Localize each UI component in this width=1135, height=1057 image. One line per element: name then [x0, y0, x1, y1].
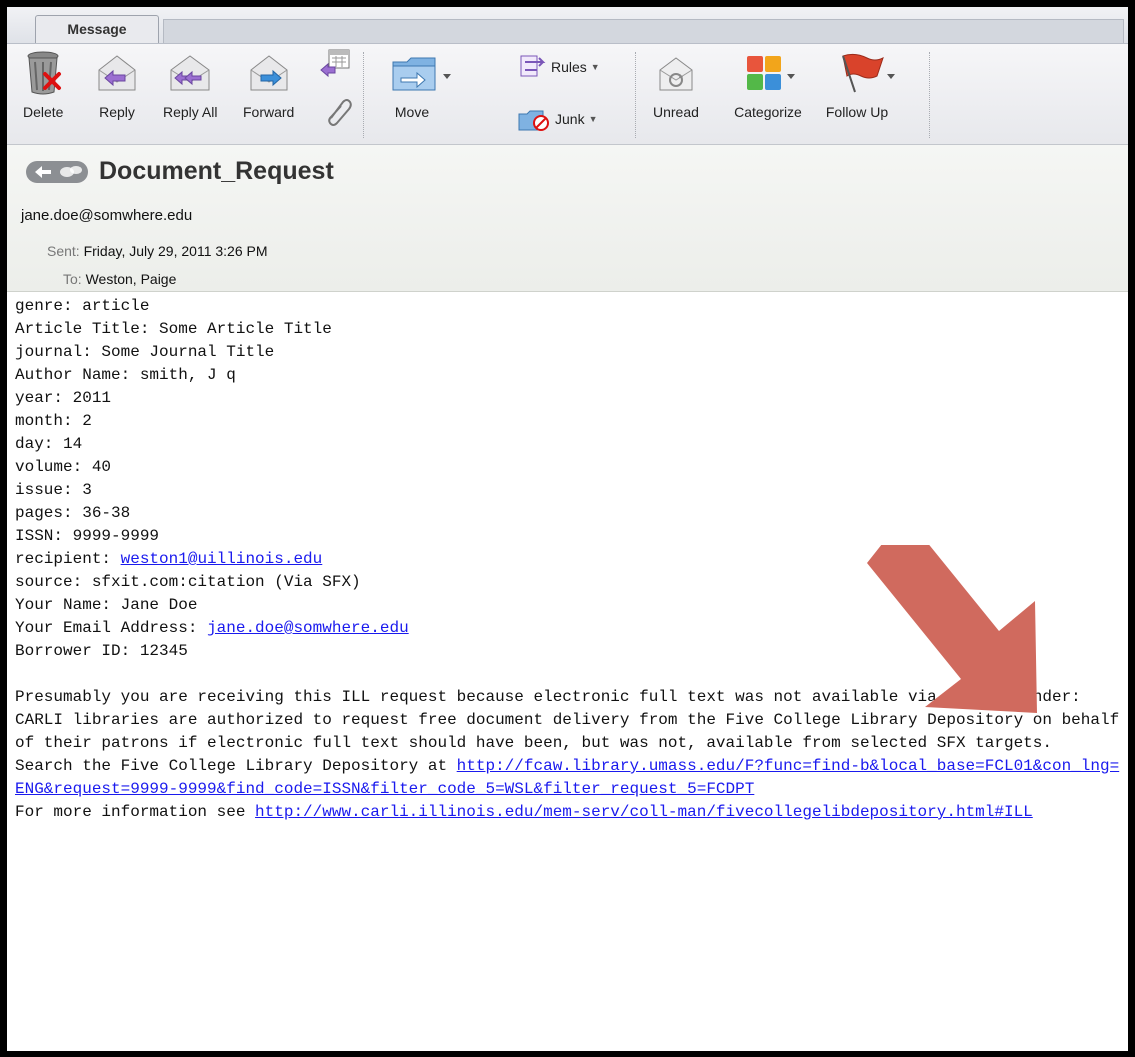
junk-dropdown-icon: ▼	[588, 114, 598, 124]
reply-all-label: Reply All	[163, 104, 218, 120]
junk-label: Junk	[555, 111, 585, 127]
message-header: Document_Request jane.doe@somwhere.edu S…	[7, 145, 1128, 292]
tab-message[interactable]: Message	[35, 15, 159, 43]
reply-label: Reply	[99, 104, 135, 120]
toolbar-separator	[929, 52, 930, 138]
delete-button[interactable]: Delete	[23, 50, 63, 120]
to-label: To:	[63, 271, 82, 287]
move-button[interactable]: Move	[389, 50, 455, 120]
meeting-reply-button[interactable]	[319, 48, 353, 78]
sent-row: Sent: Friday, July 29, 2011 3:26 PM	[47, 243, 268, 259]
folder-move-icon	[392, 57, 451, 91]
body-line-more-info: For more information see http://www.carl…	[15, 801, 1120, 824]
pointer-arrow-annotation	[867, 545, 1037, 713]
forward-button[interactable]: Forward	[243, 50, 294, 120]
more-info-label: For more information see	[15, 803, 256, 821]
forward-icon	[250, 55, 288, 91]
sender-address[interactable]: jane.doe@somwhere.edu	[21, 207, 192, 224]
body-line-pages: pages: 36-38	[15, 504, 131, 522]
toolbar-separator	[363, 52, 364, 138]
attachment-button[interactable]	[325, 96, 353, 126]
paperclip-icon	[328, 99, 352, 126]
toolbar: Delete Reply Reply All Forward Move Rule…	[7, 44, 1128, 145]
follow-up-label: Follow Up	[825, 104, 889, 120]
body-line-month: month: 2	[15, 412, 92, 430]
email-label: Your Email Address:	[15, 619, 208, 637]
body-line-day: day: 14	[15, 435, 83, 453]
body-line-article-title: Article Title: Some Article Title	[15, 320, 332, 338]
body-line-genre: genre: article	[15, 297, 150, 315]
forward-label: Forward	[243, 104, 295, 120]
rules-label: Rules	[551, 59, 587, 75]
sent-label: Sent:	[47, 243, 80, 259]
trash-icon	[27, 51, 62, 95]
body-line-issue: issue: 3	[15, 481, 92, 499]
message-subject: Document_Request	[99, 157, 334, 185]
reply-icon	[98, 55, 136, 91]
junk-icon	[518, 110, 549, 131]
more-info-link[interactable]: http://www.carli.illinois.edu/mem-serv/c…	[255, 803, 1033, 821]
to-value[interactable]: Weston, Paige	[86, 271, 177, 287]
flag-icon	[842, 53, 895, 93]
to-row: To: Weston, Paige	[63, 271, 176, 287]
unread-envelope-icon	[659, 57, 693, 91]
junk-button[interactable]: Junk ▼	[517, 106, 598, 132]
tab-bar-filler	[163, 19, 1124, 43]
unread-button[interactable]: Unread	[653, 50, 699, 120]
body-line-year: year: 2011	[15, 389, 112, 407]
recipient-email-link[interactable]: weston1@uillinois.edu	[121, 550, 323, 568]
delete-label: Delete	[23, 104, 64, 120]
categorize-label: Categorize	[734, 104, 802, 120]
body-line-search: Search the Five College Library Deposito…	[15, 755, 1120, 801]
rules-dropdown-icon: ▼	[590, 62, 600, 72]
follow-up-button[interactable]: Follow Up	[825, 50, 901, 120]
reply-all-icon	[170, 55, 210, 91]
toolbar-separator	[635, 52, 636, 138]
reply-button[interactable]: Reply	[95, 50, 139, 120]
navigation-arrows-icon[interactable]	[25, 159, 89, 185]
sent-value: Friday, July 29, 2011 3:26 PM	[83, 243, 268, 259]
unread-label: Unread	[653, 104, 699, 120]
ribbon-tab-bar: Message	[7, 7, 1128, 44]
reply-all-button[interactable]: Reply All	[163, 50, 217, 120]
rules-icon	[520, 55, 546, 77]
categorize-icon	[747, 56, 795, 90]
search-label: Search the Five College Library Deposito…	[15, 757, 457, 775]
body-line-journal: journal: Some Journal Title	[15, 343, 275, 361]
body-line-author: Author Name: smith, J q	[15, 366, 236, 384]
subject-row: Document_Request	[25, 157, 334, 186]
sender-email-link[interactable]: jane.doe@somwhere.edu	[207, 619, 409, 637]
rules-button[interactable]: Rules ▼	[517, 54, 600, 80]
calendar-icon	[320, 49, 350, 78]
mail-window: Message Delete Reply Reply All Forward M…	[4, 4, 1131, 1054]
recipient-label: recipient:	[15, 550, 121, 568]
move-label: Move	[394, 104, 430, 120]
body-line-volume: volume: 40	[15, 458, 112, 476]
categorize-button[interactable]: Categorize	[733, 50, 803, 120]
